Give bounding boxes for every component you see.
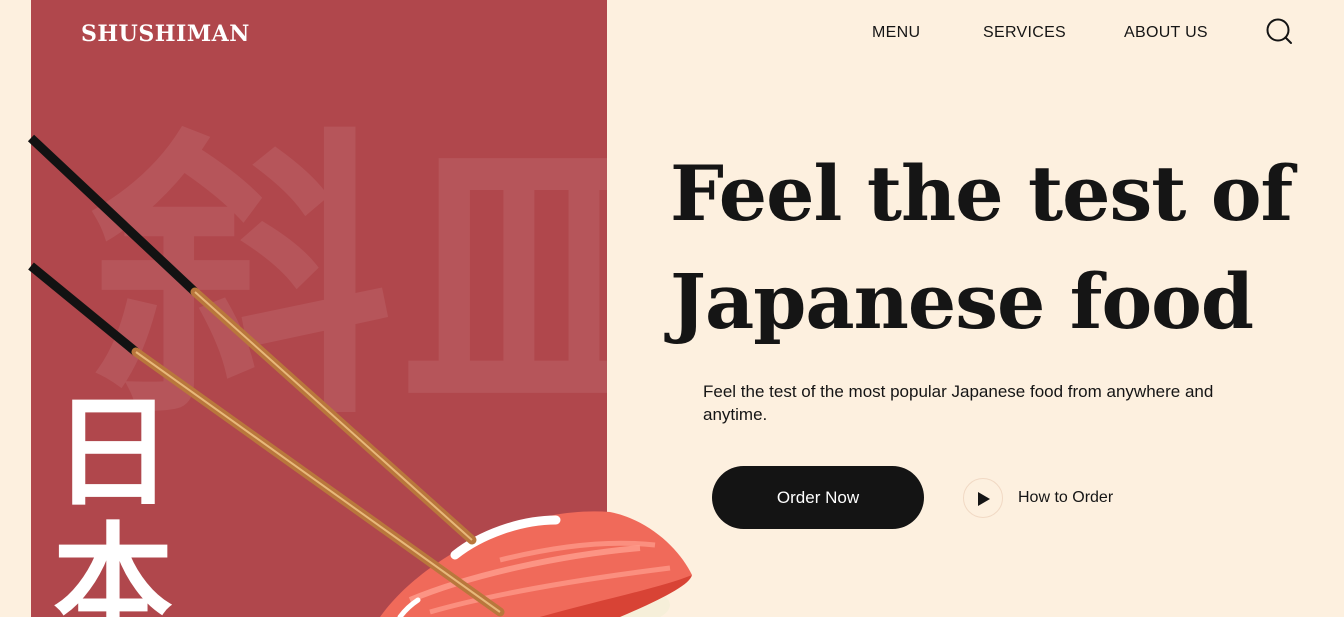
top-navigation: MENU SERVICES ABOUT US — [0, 20, 1344, 50]
nav-item-menu[interactable]: MENU — [872, 20, 920, 46]
hero-title: Feel the test of Japanese food — [670, 140, 1310, 356]
nav-item-services[interactable]: SERVICES — [983, 20, 1066, 46]
chopstick-upper-shine — [194, 291, 473, 541]
chopstick-upper-tip — [27, 134, 199, 296]
nav-item-about-us[interactable]: ABOUT US — [1124, 20, 1208, 46]
chopstick-lower-shine — [135, 351, 501, 613]
search-icon[interactable] — [1264, 17, 1294, 47]
hero-subtitle: Feel the test of the most popular Japane… — [703, 382, 1214, 424]
play-icon[interactable] — [963, 478, 1003, 518]
sushi-chopsticks-illustration — [27, 134, 692, 617]
chopstick-lower-tip — [28, 262, 139, 356]
hero-title-line-2: Japanese food — [670, 257, 1254, 346]
hero-title-line-1: Feel the test of — [670, 149, 1293, 238]
order-now-button[interactable]: Order Now — [712, 466, 924, 529]
how-to-order-link[interactable]: How to Order — [1018, 487, 1113, 509]
